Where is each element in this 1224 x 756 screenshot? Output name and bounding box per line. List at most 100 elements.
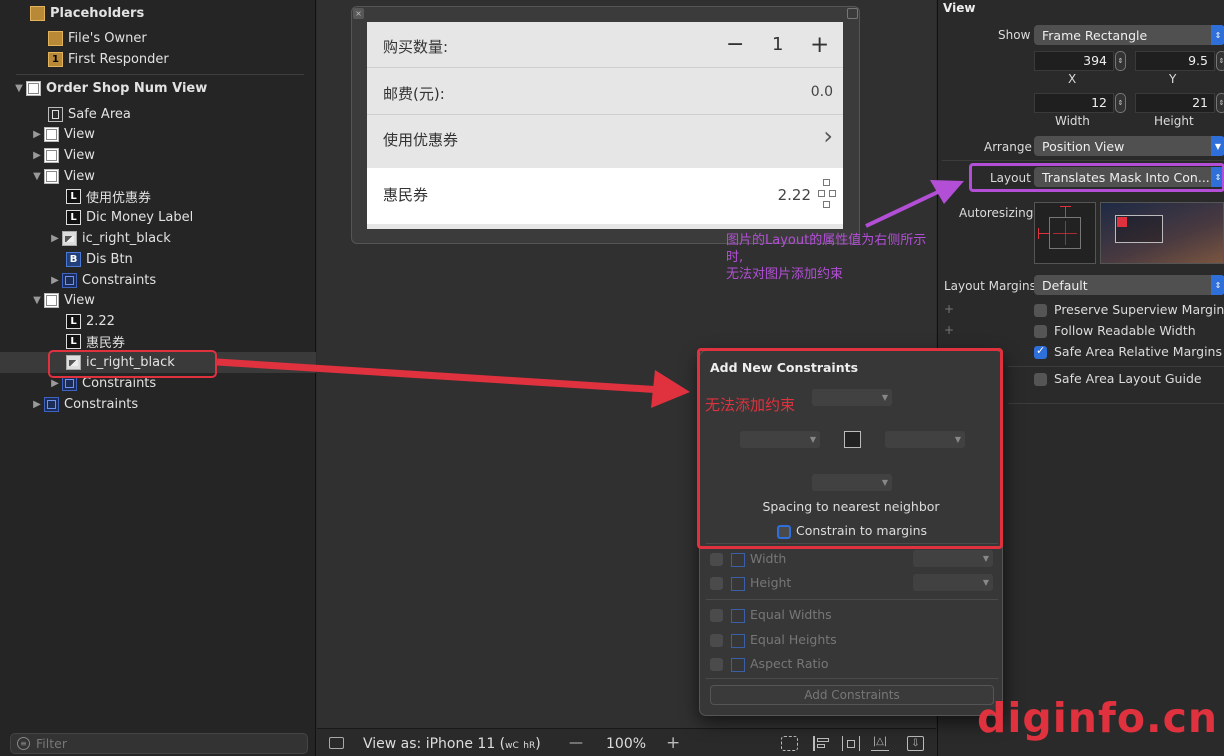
outline-item-view-2[interactable]: ▶ View bbox=[30, 145, 95, 166]
first-responder-icon: 1 bbox=[48, 52, 63, 67]
safe-area-icon bbox=[48, 107, 63, 122]
width-field[interactable]: 12 bbox=[1034, 93, 1114, 113]
huimin-label: 惠民券 bbox=[383, 186, 429, 204]
image-view-icon bbox=[62, 231, 77, 246]
disclosure-closed-icon[interactable]: ▶ bbox=[30, 129, 44, 140]
divider bbox=[942, 160, 1224, 161]
height-stepper[interactable]: ⇕ bbox=[1216, 93, 1224, 113]
layout-margins-popup[interactable]: Default ⇕ bbox=[1034, 275, 1224, 295]
section-title: View bbox=[943, 1, 976, 15]
resolve-issues-icon[interactable]: |△| bbox=[871, 736, 889, 751]
show-popup[interactable]: Frame Rectangle ⇕ bbox=[1034, 25, 1224, 45]
label-icon: L bbox=[66, 314, 81, 329]
disclosure-open-icon[interactable]: ▼ bbox=[30, 295, 44, 306]
outline-item-view-3[interactable]: ▼ View bbox=[30, 166, 95, 187]
outline-item-view-4[interactable]: ▼ View bbox=[30, 290, 95, 311]
equal-widths-checkbox[interactable]: Equal Widths bbox=[710, 607, 832, 623]
disclosure-closed-icon[interactable]: ▶ bbox=[48, 233, 62, 244]
aspect-ratio-checkbox[interactable]: Aspect Ratio bbox=[710, 656, 829, 672]
sidebar-toggle-icon[interactable] bbox=[329, 737, 344, 749]
disclosure-open-icon[interactable]: ▼ bbox=[12, 83, 26, 94]
height-field[interactable]: 21 bbox=[1135, 93, 1215, 113]
canvas-bottom-bar: View as: iPhone 11 (wC hR) — 100% + |△| … bbox=[317, 728, 936, 756]
layout-highlight-box bbox=[969, 163, 1224, 192]
height-constraint-checkbox[interactable]: Height bbox=[710, 575, 791, 591]
x-field[interactable]: 394 bbox=[1034, 51, 1114, 71]
aspect-ratio-icon bbox=[731, 657, 745, 672]
arrange-popup[interactable]: Position View ▼ bbox=[1034, 136, 1224, 156]
zoom-in-button[interactable]: + bbox=[666, 733, 680, 753]
outline-item-root-view[interactable]: ▼ Order Shop Num View bbox=[12, 78, 207, 99]
height-value-field[interactable]: ▼ bbox=[913, 574, 993, 591]
show-label: Show bbox=[998, 28, 1031, 42]
huimin-value: 2.22 bbox=[777, 186, 811, 204]
width-constraint-checkbox[interactable]: Width bbox=[710, 551, 786, 567]
width-stepper[interactable]: ⇕ bbox=[1115, 93, 1126, 113]
embed-in-icon[interactable]: ⇩ bbox=[907, 736, 924, 751]
quantity-minus-button[interactable]: − bbox=[726, 32, 744, 57]
layout-margins-label: Layout Margins bbox=[944, 279, 1036, 293]
preserve-superview-margins-checkbox[interactable]: Preserve Superview Margins bbox=[1034, 302, 1224, 317]
add-margin-icon[interactable]: + bbox=[944, 302, 954, 316]
y-field[interactable]: 9.5 bbox=[1135, 51, 1215, 71]
outline-item-value-label[interactable]: L 2.22 bbox=[66, 311, 115, 332]
outline-item-dis-btn[interactable]: B Dis Btn bbox=[66, 249, 133, 270]
chevron-down-icon: ▼ bbox=[1211, 136, 1224, 156]
width-value-field[interactable]: ▼ bbox=[913, 550, 993, 567]
equal-widths-icon bbox=[731, 608, 745, 623]
equal-heights-icon bbox=[731, 633, 745, 648]
add-margin-icon[interactable]: + bbox=[944, 323, 954, 337]
outline-item-ic-right-black-1[interactable]: ▶ ic_right_black bbox=[48, 228, 171, 249]
outline-item-constraints-3[interactable]: ▶ Constraints bbox=[30, 394, 138, 415]
width-label: Width bbox=[1055, 114, 1090, 128]
outline-item-files-owner[interactable]: File's Owner bbox=[48, 28, 147, 49]
scene-corner-icon bbox=[847, 8, 858, 19]
x-stepper[interactable]: ⇕ bbox=[1115, 51, 1126, 71]
add-constraints-button[interactable]: Add Constraints bbox=[710, 685, 994, 705]
view-icon bbox=[26, 81, 41, 96]
cube-icon bbox=[30, 6, 45, 21]
follow-readable-width-checkbox[interactable]: Follow Readable Width bbox=[1034, 323, 1196, 338]
outline-item-constraints-1[interactable]: ▶ Constraints bbox=[48, 270, 156, 291]
safe-area-layout-guide-checkbox[interactable]: Safe Area Layout Guide bbox=[1034, 371, 1202, 386]
autoresizing-label: Autoresizing bbox=[959, 206, 1034, 220]
outline-item-placeholders[interactable]: Placeholders bbox=[30, 3, 144, 24]
view-icon bbox=[44, 169, 59, 184]
zoom-out-button[interactable]: — bbox=[569, 735, 583, 751]
quantity-plus-button[interactable]: + bbox=[810, 32, 829, 58]
divider bbox=[706, 678, 998, 679]
selected-image-handles[interactable] bbox=[818, 179, 836, 209]
divider bbox=[1008, 366, 1224, 367]
disclosure-closed-icon[interactable]: ▶ bbox=[30, 150, 44, 161]
divider bbox=[1008, 403, 1224, 404]
outline-item-safe-area[interactable]: Safe Area bbox=[48, 104, 131, 125]
update-frames-icon[interactable] bbox=[781, 736, 798, 751]
view-as-device[interactable]: View as: iPhone 11 (wC hR) bbox=[363, 736, 541, 752]
filter-field[interactable]: ≡ Filter bbox=[10, 733, 308, 754]
x-label: X bbox=[1068, 72, 1077, 86]
popover-highlight-box bbox=[697, 348, 1003, 549]
close-icon[interactable]: × bbox=[353, 8, 364, 19]
align-icon[interactable] bbox=[813, 736, 830, 751]
filter-icon: ≡ bbox=[17, 737, 30, 750]
safe-area-relative-margins-checkbox[interactable]: Safe Area Relative Margins bbox=[1034, 344, 1222, 359]
button-icon: B bbox=[66, 252, 81, 267]
disclosure-closed-icon[interactable]: ▶ bbox=[48, 378, 62, 389]
width-icon bbox=[731, 552, 745, 567]
outline-item-dic-money-label[interactable]: L Dic Money Label bbox=[66, 207, 193, 228]
add-new-constraints-icon[interactable] bbox=[842, 736, 860, 751]
outline-item-view-1[interactable]: ▶ View bbox=[30, 124, 95, 145]
order-shop-num-view[interactable]: 购买数量: − 1 + 邮费(元): 0.0 使用优惠券 › 惠民券 2.22 bbox=[367, 22, 843, 229]
height-icon bbox=[731, 576, 745, 591]
autoresizing-mask-control[interactable] bbox=[1034, 202, 1096, 264]
outline-item-coupon-label[interactable]: L 使用优惠券 bbox=[66, 186, 151, 207]
outline-item-first-responder[interactable]: 1 First Responder bbox=[48, 49, 169, 70]
huimin-row[interactable]: 惠民券 2.22 bbox=[367, 168, 843, 224]
y-stepper[interactable]: ⇕ bbox=[1216, 51, 1224, 71]
equal-heights-checkbox[interactable]: Equal Heights bbox=[710, 632, 837, 648]
disclosure-closed-icon[interactable]: ▶ bbox=[48, 275, 62, 286]
disclosure-open-icon[interactable]: ▼ bbox=[30, 171, 44, 182]
disclosure-closed-icon[interactable]: ▶ bbox=[30, 399, 44, 410]
outline-item-huimin-label[interactable]: L 惠民券 bbox=[66, 331, 125, 352]
coupon-row[interactable]: 使用优惠券 › bbox=[367, 116, 843, 162]
